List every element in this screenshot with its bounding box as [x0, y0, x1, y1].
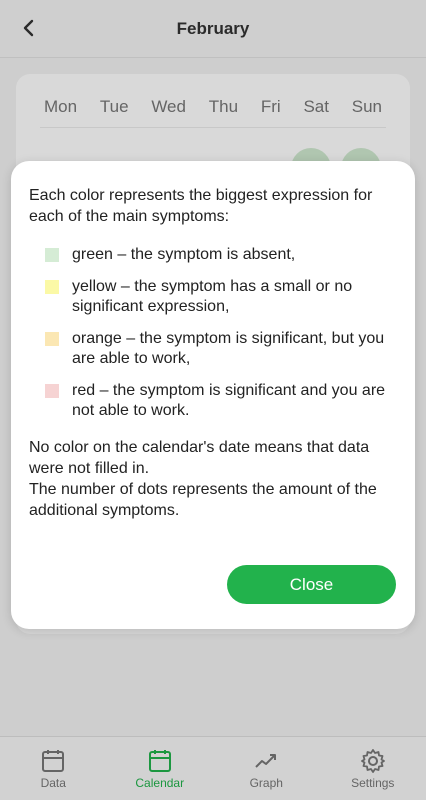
close-button[interactable]: Close: [227, 565, 396, 604]
yellow-swatch: [45, 280, 59, 294]
legend-item-green: green – the symptom is absent,: [45, 245, 395, 265]
legend-text: red – the symptom is significant and you…: [72, 382, 386, 419]
dialog-intro-text: Each color represents the biggest expres…: [29, 187, 373, 225]
color-legend-dialog: Each color represents the biggest expres…: [11, 161, 415, 629]
legend-text: green – the symptom is absent,: [72, 246, 296, 263]
legend-item-red: red – the symptom is significant and you…: [45, 381, 395, 421]
note-dots: The number of dots represents the amount…: [29, 481, 377, 519]
legend-text: yellow – the symptom has a small or no s…: [72, 278, 353, 315]
legend-item-orange: orange – the symptom is significant, but…: [45, 329, 395, 369]
legend-item-yellow: yellow – the symptom has a small or no s…: [45, 277, 395, 317]
legend-text: orange – the symptom is significant, but…: [72, 330, 385, 367]
dialog-notes: No color on the calendar's date means th…: [29, 437, 399, 521]
color-legend-list: green – the symptom is absent, yellow – …: [45, 245, 395, 433]
red-swatch: [45, 384, 59, 398]
note-no-color: No color on the calendar's date means th…: [29, 439, 370, 477]
green-swatch: [45, 248, 59, 262]
orange-swatch: [45, 332, 59, 346]
